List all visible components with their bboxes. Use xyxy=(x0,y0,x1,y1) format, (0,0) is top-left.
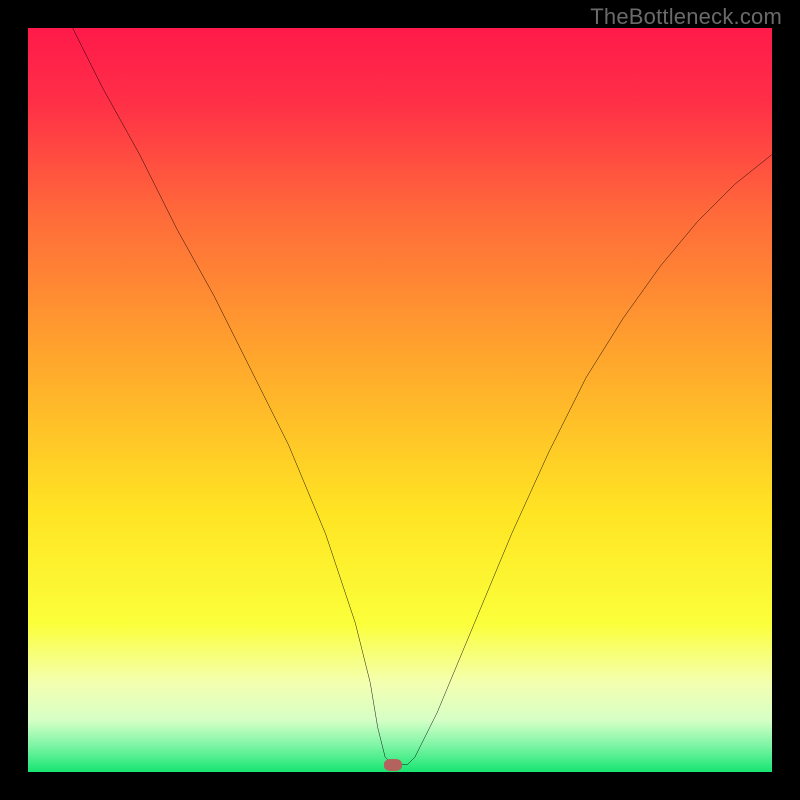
optimum-marker xyxy=(384,759,402,771)
bottleneck-curve xyxy=(28,28,772,772)
chart-frame: TheBottleneck.com xyxy=(0,0,800,800)
watermark-text: TheBottleneck.com xyxy=(590,4,782,30)
plot-area xyxy=(28,28,772,772)
